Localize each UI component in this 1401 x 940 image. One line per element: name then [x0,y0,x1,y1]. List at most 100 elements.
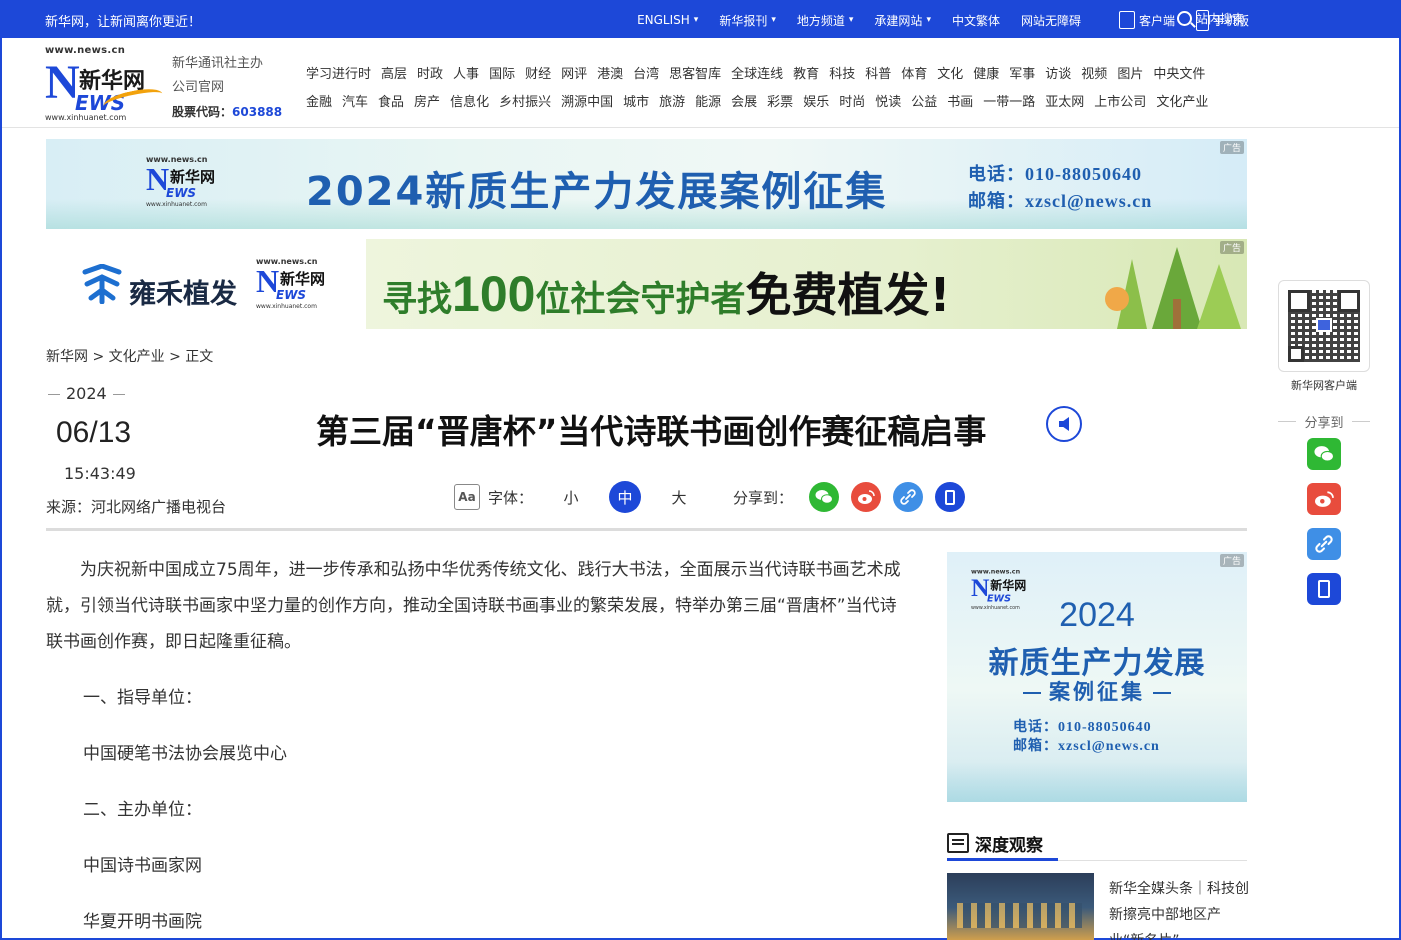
channel-link[interactable]: 港澳 [597,63,623,82]
channel-link[interactable]: 文化 [937,63,963,82]
channel-link[interactable]: 溯源中国 [561,91,613,110]
side-ad-email: 邮箱：xzscl@news.cn [1013,739,1160,754]
channel-link[interactable]: 公益 [911,91,937,110]
channel-link[interactable]: 军事 [1009,63,1035,82]
font-size-medium[interactable]: 中 [609,481,642,513]
channel-link[interactable]: 中央文件 [1153,63,1205,82]
channel-link[interactable]: 书画 [947,91,973,110]
channel-link[interactable]: 旅游 [659,91,685,110]
float-share-weibo-button[interactable] [1307,483,1341,515]
article-paragraph: 中国硬笔书法协会展览中心 [83,744,287,764]
nav-client[interactable]: 客户端 [1118,11,1175,29]
channel-link[interactable]: 全球连线 [731,63,783,82]
breadcrumb[interactable]: 新华网 > 文化产业 > 正文 [46,346,213,366]
channel-link[interactable]: 科技 [829,63,855,82]
nav-sites-label: 承建网站 [874,13,923,28]
channel-link[interactable]: 娱乐 [803,91,829,110]
channel-link[interactable]: 能源 [695,91,721,110]
corp-line2[interactable]: 公司官网 [172,76,282,100]
channel-link[interactable]: 城市 [623,91,649,110]
share-link-button[interactable] [893,482,924,512]
channel-link[interactable]: 彩票 [767,91,793,110]
channel-link[interactable]: 一带一路 [983,91,1035,110]
audio-play-button[interactable] [1046,406,1082,442]
xinhua-logo[interactable]: www.news.cn N 新华网 EWS www.xinhuanet.com [45,45,165,123]
nav-english[interactable]: ENGLISH ▾ [637,13,698,27]
channel-link[interactable]: 健康 [973,63,999,82]
share-mobile-button[interactable] [935,482,966,512]
ad-logo-cn: 新华网 [170,168,216,186]
side-ad-phone: 电话：010-88050640 [1013,720,1152,735]
weibo-icon [1315,491,1334,507]
channel-link[interactable]: 访谈 [1045,63,1071,82]
deep-observe-header: 深度观察 [947,828,1247,861]
channel-link[interactable]: 食品 [378,91,404,110]
ad-tag: 广告 [1219,141,1244,154]
channel-link[interactable]: 高层 [381,63,407,82]
ad2-slogan-free: 免费植发! [745,268,951,322]
float-share-link-button[interactable] [1307,528,1341,560]
banner-ad-hair[interactable]: 雍禾植发 www.news.cn N 新华网 EWS www.xinhuanet… [46,239,1247,329]
font-size-large[interactable]: 大 [663,481,695,513]
channel-link[interactable]: 教育 [793,63,819,82]
channel-link[interactable]: 国际 [489,63,515,82]
share-wechat-button[interactable] [809,482,840,512]
deep-observe-title: 深度观察 [975,835,1043,856]
font-size-small[interactable]: 小 [555,481,587,513]
channel-link[interactable]: 体育 [901,63,927,82]
channel-link[interactable]: 汽车 [342,91,368,110]
nav-english-label: ENGLISH [637,13,690,27]
share-weibo-button[interactable] [851,482,882,512]
stock-code-value[interactable]: 603888 [232,105,282,119]
link-icon [900,489,916,505]
deep-item-title[interactable]: 新华全媒头条｜科技创新擦亮中部地区产业“新名片” [1109,876,1249,940]
channel-link[interactable]: 时尚 [839,91,865,110]
nav-accessibility[interactable]: 网站无障碍 [1021,12,1081,29]
site-search-label: 站内搜索 [1196,12,1245,26]
article-paragraph: 华夏开明书画院 [83,912,202,932]
title-divider [46,528,1247,531]
channel-link[interactable]: 学习进行时 [306,63,371,82]
nav-newspapers[interactable]: 新华报刊 ▾ [719,12,776,29]
banner-ad-case-collection[interactable]: www.news.cn N 新华网 EWS www.xinhuanet.com … [46,139,1247,229]
channel-link[interactable]: 房产 [414,91,440,110]
deep-item-thumbnail[interactable] [947,873,1094,940]
channel-link[interactable]: 文化产业 [1156,91,1208,110]
channel-link[interactable]: 乡村振兴 [499,91,551,110]
channel-link[interactable]: 图片 [1117,63,1143,82]
top-nav: ENGLISH ▾ 新华报刊 ▾ 地方频道 ▾ 承建网站 ▾ 中文繁体 网站无障碍 [616,2,1081,38]
nav-local[interactable]: 地方频道 ▾ [797,12,854,29]
nav-sites[interactable]: 承建网站 ▾ [874,12,931,29]
qr-logo [1316,318,1332,332]
channel-link[interactable]: 金融 [306,91,332,110]
publish-year: 2024 [48,384,125,403]
float-share-label: 分享到 [1278,412,1370,431]
logo-url-bottom: www.xinhuanet.com [45,113,127,122]
channel-link[interactable]: 会展 [731,91,757,110]
deep-observe-tab[interactable]: 深度观察 [947,828,1058,861]
channel-link[interactable]: 财经 [525,63,551,82]
float-share-wechat-button[interactable] [1307,438,1341,470]
share-label: 分享到： [733,488,794,507]
channel-link[interactable]: 信息化 [450,91,489,110]
channel-link[interactable]: 台湾 [633,63,659,82]
qr-code [1288,290,1360,362]
channel-link[interactable]: 科普 [865,63,891,82]
side-ad-case-collection[interactable]: www.news.cn N 新华网 EWS www.xinhuanet.com … [947,552,1247,802]
float-share-mobile-button[interactable] [1307,573,1341,605]
channel-link[interactable]: 视频 [1081,63,1107,82]
font-size-icon: Aa [454,484,480,510]
channel-link[interactable]: 思客智库 [669,63,721,82]
nav-traditional[interactable]: 中文繁体 [952,12,1000,29]
article-paragraph: 一、指导单位： [83,688,202,708]
corp-line1: 新华通讯社主办 [172,56,264,71]
ad2-logo-ews: EWS [276,288,307,302]
channel-link[interactable]: 人事 [453,63,479,82]
channel-link[interactable]: 网评 [561,63,587,82]
channel-link[interactable]: 时政 [417,63,443,82]
channel-link[interactable]: 悦读 [875,91,901,110]
channel-link[interactable]: 上市公司 [1094,91,1146,110]
channel-link[interactable]: 亚太网 [1045,91,1084,110]
ad-tag: 广告 [1219,554,1244,567]
site-search-button[interactable]: 站内搜索 [1177,10,1244,27]
